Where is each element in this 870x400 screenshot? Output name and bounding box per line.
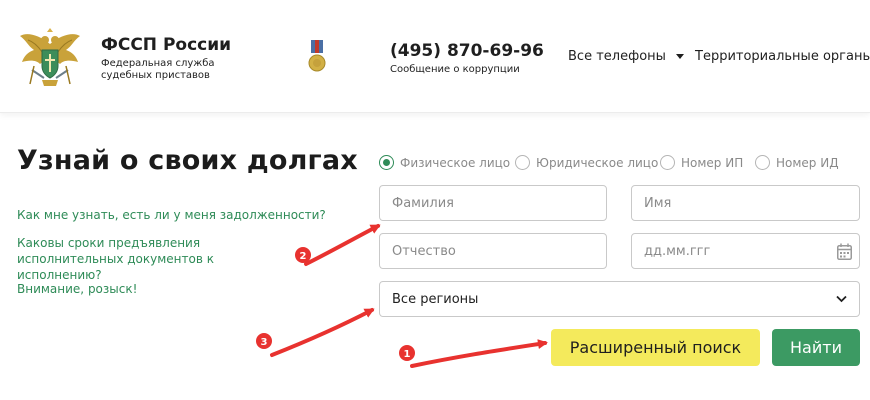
radio-individual[interactable]: Физическое лицо [379, 155, 510, 170]
radio-id-number[interactable]: Номер ИД [755, 155, 839, 170]
chevron-down-icon [836, 295, 847, 303]
org-name[interactable]: ФССП России [101, 35, 231, 55]
faq-link-debts[interactable]: Как мне узнать, есть ли у меня задолженн… [17, 207, 326, 223]
annotation-number-3: 3 [261, 337, 268, 348]
radio-label: Юридическое лицо [536, 155, 659, 170]
find-button[interactable]: Найти [772, 329, 860, 366]
phone-caption: Сообщение о коррупции [390, 64, 520, 75]
nav-territorial-organs-label: Территориальные органы [695, 49, 870, 64]
region-select[interactable]: Все регионы [379, 281, 860, 317]
page-title: Узнай о своих долгах [17, 145, 358, 176]
site-header: ФССП России Федеральная служба судебных … [0, 0, 870, 113]
radio-dot [660, 155, 675, 170]
medal-icon [308, 40, 326, 72]
name-placeholder: Имя [644, 195, 672, 211]
radio-label: Номер ИП [681, 155, 744, 170]
annotation-number-1: 1 [404, 349, 411, 360]
caret-down-icon [675, 54, 684, 59]
radio-legal-entity[interactable]: Юридическое лицо [515, 155, 658, 170]
date-placeholder: дд.мм.ггг [644, 243, 711, 259]
annotation-badge-3: 3 [256, 333, 272, 349]
annotation-badge-2: 2 [295, 247, 311, 263]
calendar-icon[interactable] [837, 243, 852, 260]
annotation-arrow-1 [410, 339, 548, 368]
surname-placeholder: Фамилия [392, 195, 454, 211]
radio-label: Номер ИД [776, 155, 839, 170]
radio-dot [379, 155, 394, 170]
org-subtitle: Федеральная служба судебных приставов [101, 58, 215, 81]
surname-input[interactable]: Фамилия [379, 185, 607, 221]
nav-all-phones-label: Все телефоны [568, 49, 666, 64]
radio-dot [755, 155, 770, 170]
wanted-link[interactable]: Внимание, розыск! [17, 281, 137, 297]
region-selected-value: Все регионы [392, 291, 479, 307]
annotation-badge-1: 1 [399, 345, 415, 361]
birthdate-input[interactable]: дд.мм.ггг [631, 233, 860, 269]
advanced-search-button[interactable]: Расширенный поиск [551, 329, 760, 366]
radio-label: Физическое лицо [400, 155, 511, 170]
patronymic-placeholder: Отчество [392, 243, 456, 259]
nav-territorial-organs[interactable]: Территориальные органы [695, 49, 870, 64]
patronymic-input[interactable]: Отчество [379, 233, 607, 269]
annotation-number-2: 2 [300, 251, 307, 262]
anticorruption-phone[interactable]: (495) 870-69-96 [390, 41, 544, 61]
annotation-arrow-2 [304, 224, 381, 266]
nav-all-phones[interactable]: Все телефоны [568, 49, 684, 64]
fssp-emblem-icon[interactable] [20, 26, 80, 90]
name-input[interactable]: Имя [631, 185, 860, 221]
radio-ip-number[interactable]: Номер ИП [660, 155, 743, 170]
annotation-arrow-3 [270, 308, 375, 357]
faq-link-deadlines[interactable]: Каковы сроки предъявления исполнительных… [17, 235, 297, 283]
radio-dot [515, 155, 530, 170]
